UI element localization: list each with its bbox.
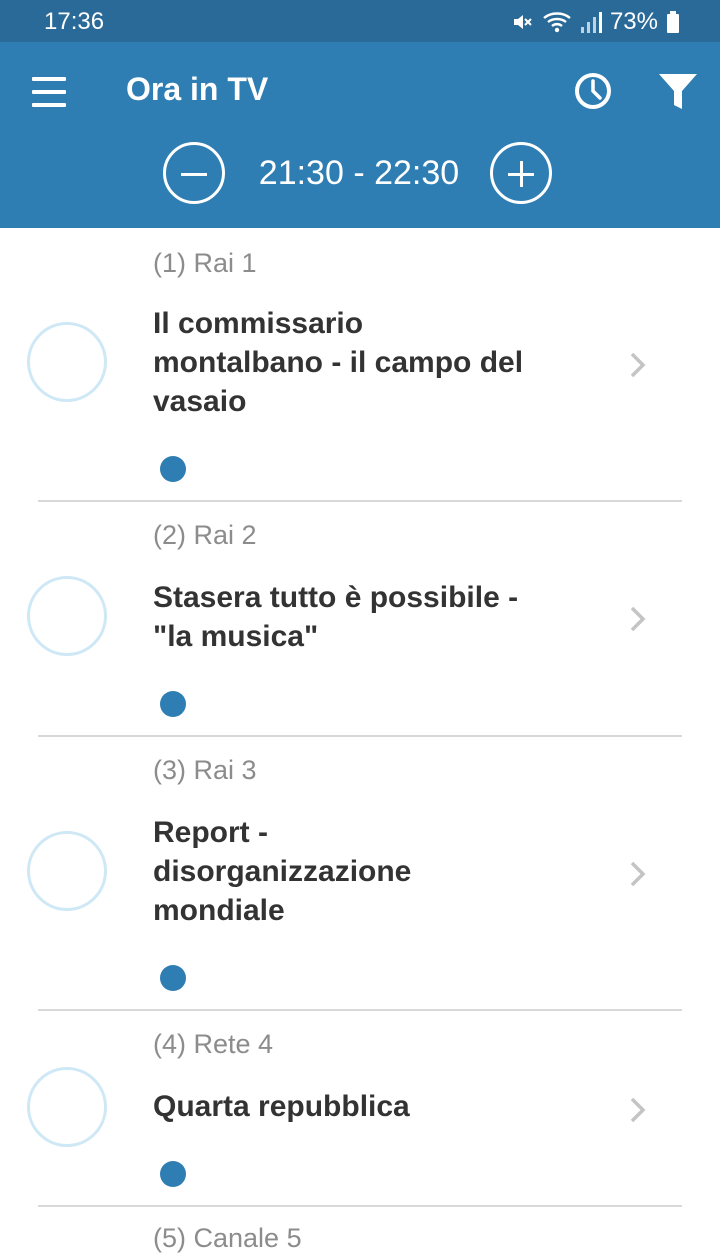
channel-name: (3) Rai 3 xyxy=(153,755,257,785)
program-row[interactable]: (3) Rai 3 Report - disorganizzazione mon… xyxy=(0,737,720,1011)
wifi-icon xyxy=(543,12,571,33)
menu-icon xyxy=(32,77,66,81)
channel-logo xyxy=(27,322,107,402)
program-list: (1) Rai 1 Il commissario montalbano - il… xyxy=(0,228,720,1253)
chevron-right-icon xyxy=(630,606,646,632)
app-bar: Ora in TV 21:30 - 22:30 xyxy=(0,42,720,228)
live-indicator-dot xyxy=(160,965,186,991)
channel-name: (4) Rete 4 xyxy=(153,1029,274,1059)
chevron-right-icon xyxy=(630,352,646,378)
channel-name: (5) Canale 5 xyxy=(153,1223,302,1253)
program-title: Stasera tutto è possibile - "la musica" xyxy=(153,581,519,653)
live-indicator-dot xyxy=(160,456,186,482)
channel-name: (1) Rai 1 xyxy=(153,248,257,278)
live-indicator-dot xyxy=(160,1161,186,1187)
program-title: Il commissario montalbano - il campo del… xyxy=(153,307,524,418)
clock-button[interactable] xyxy=(572,70,614,112)
next-hour-button[interactable] xyxy=(490,142,552,204)
channel-logo xyxy=(27,1067,107,1147)
time-range-selector: 21:30 - 22:30 xyxy=(0,140,720,212)
menu-button[interactable] xyxy=(28,75,70,109)
clock-icon xyxy=(575,73,611,109)
program-row[interactable]: (1) Rai 1 Il commissario montalbano - il… xyxy=(0,228,720,502)
program-row[interactable]: (4) Rete 4 Quarta repubblica xyxy=(0,1011,720,1207)
battery-icon xyxy=(667,11,679,33)
program-title: Report - disorganizzazione mondiale xyxy=(153,816,412,927)
program-row[interactable]: (5) Canale 5 xyxy=(0,1207,720,1253)
channel-name: (2) Rai 2 xyxy=(153,520,257,550)
live-indicator-dot xyxy=(160,691,186,717)
mute-icon xyxy=(513,15,532,29)
signal-icon xyxy=(580,12,602,33)
status-icons: 73% xyxy=(510,8,680,36)
channel-logo xyxy=(27,576,107,656)
program-title: Quarta repubblica xyxy=(153,1090,410,1123)
channel-logo xyxy=(27,831,107,911)
page-title: Ora in TV xyxy=(126,71,269,107)
program-row[interactable]: (2) Rai 2 Stasera tutto è possibile - "l… xyxy=(0,502,720,737)
chevron-right-icon xyxy=(630,861,646,887)
time-range-label: 21:30 - 22:30 xyxy=(258,154,460,192)
previous-hour-button[interactable] xyxy=(163,142,225,204)
minus-icon xyxy=(181,173,207,176)
filter-button[interactable] xyxy=(656,70,700,114)
battery-percent: 73% xyxy=(609,8,658,35)
chevron-right-icon xyxy=(630,1097,646,1123)
status-bar: 17:36 73% xyxy=(0,0,720,42)
status-time: 17:36 xyxy=(44,8,105,35)
filter-icon xyxy=(659,74,697,109)
